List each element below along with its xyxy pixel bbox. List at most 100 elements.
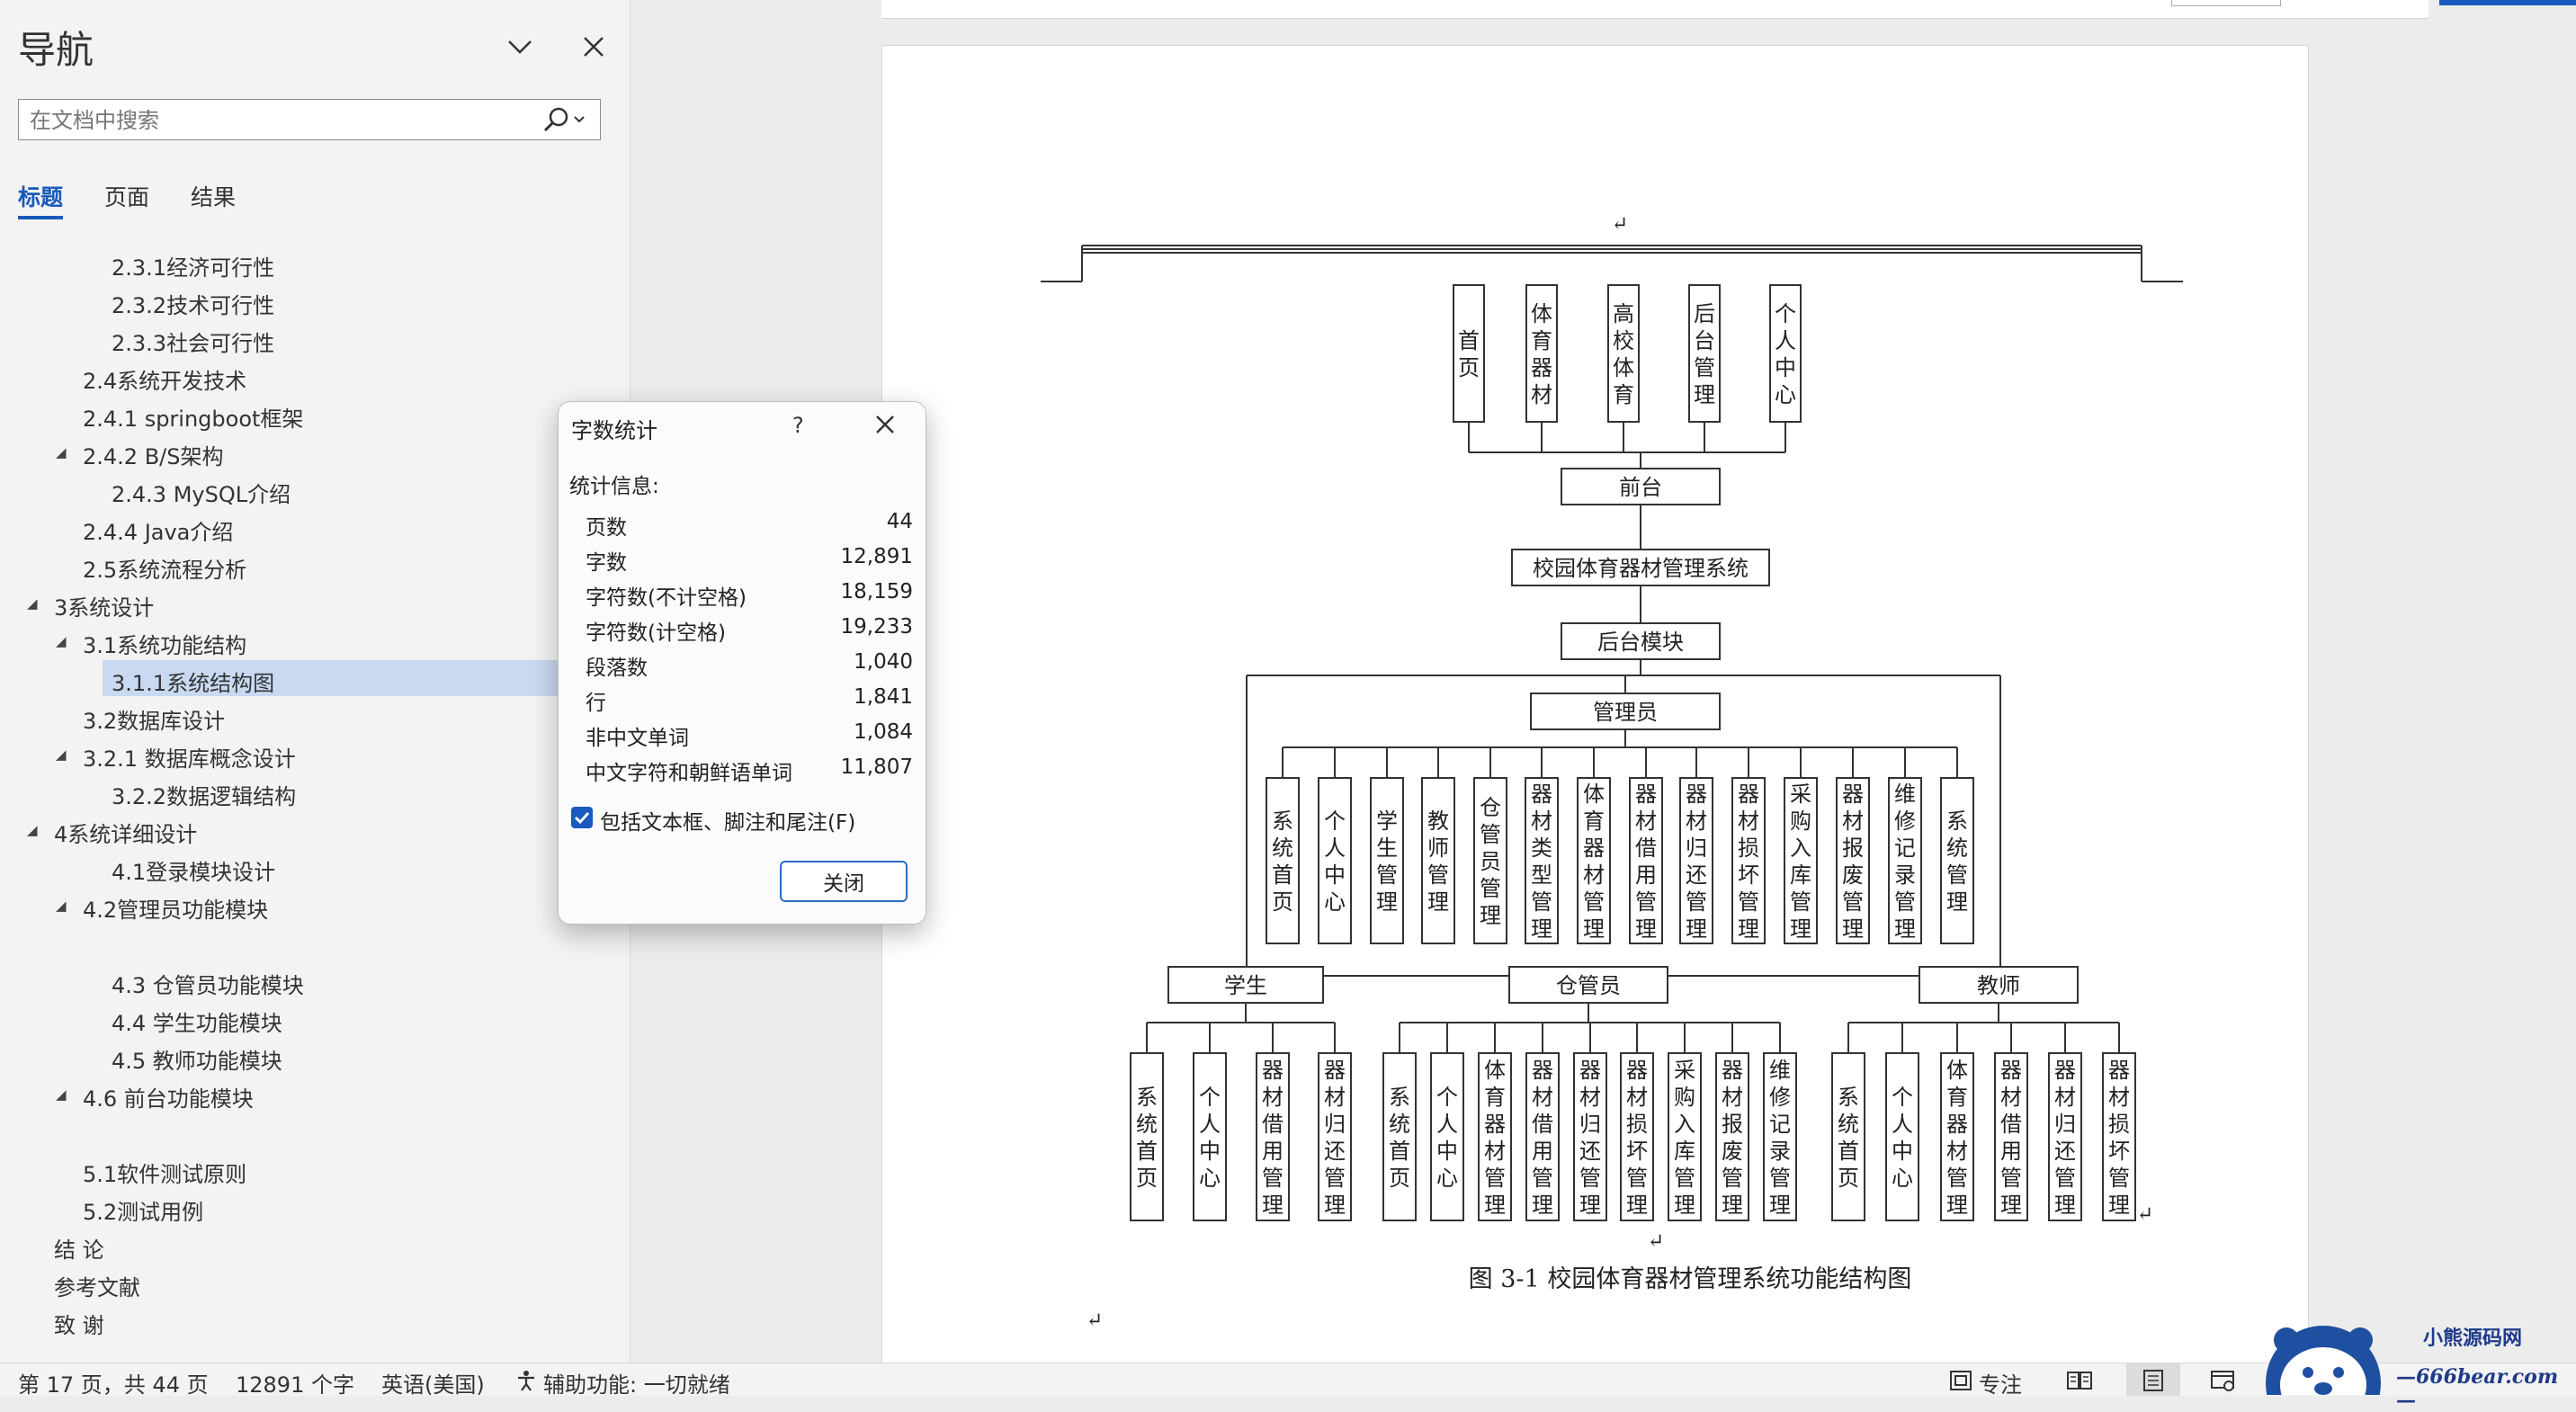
watermark-url: —666bear.com— bbox=[2396, 1365, 2559, 1412]
collapse-toggle-icon[interactable]: ◢ bbox=[27, 822, 38, 838]
close-icon bbox=[584, 37, 604, 57]
include-textboxes-checkbox[interactable] bbox=[571, 807, 593, 828]
stat-row: 字符数(计空格) 19,233 bbox=[586, 615, 913, 646]
focus-button[interactable]: 专注 bbox=[1979, 1367, 2022, 1399]
status-bar: 第 17 页，共 44 页 12891 个字 英语(美国) 辅助功能: 一切就绪… bbox=[0, 1363, 2576, 1399]
diagram-node-box bbox=[1318, 777, 1352, 944]
nav-close-button[interactable] bbox=[570, 23, 617, 70]
diagram-node-label: 管理员 bbox=[1593, 700, 1658, 725]
nav-heading-item[interactable]: 3.2.2数据逻辑结构 bbox=[112, 779, 296, 810]
close-button[interactable]: 关闭 bbox=[780, 861, 908, 902]
stat-label: 页数 bbox=[586, 516, 627, 540]
collapse-toggle-icon[interactable]: ◢ bbox=[56, 444, 67, 460]
paragraph-mark: ↵ bbox=[1087, 1309, 1103, 1332]
stat-row: 非中文单词 1,084 bbox=[586, 720, 913, 751]
nav-heading-item[interactable]: 4.2管理员功能模块 bbox=[83, 892, 268, 924]
search-input[interactable] bbox=[28, 103, 535, 138]
dialog-close-button[interactable] bbox=[873, 413, 897, 440]
diagram-node-box bbox=[1430, 1052, 1464, 1221]
accessibility-status[interactable]: 辅助功能: 一切就绪 bbox=[543, 1367, 730, 1399]
nav-heading-item[interactable]: 5.1软件测试原则 bbox=[83, 1157, 246, 1188]
checkmark-icon bbox=[574, 811, 590, 825]
paragraph-mark: ↵ bbox=[1648, 1230, 1664, 1253]
nav-heading-item[interactable]: 2.4.1 springboot框架 bbox=[83, 401, 303, 433]
collapse-toggle-icon[interactable]: ◢ bbox=[56, 633, 67, 649]
nav-heading-item[interactable]: 4.1登录模块设计 bbox=[112, 854, 275, 886]
diagram-node-label: 仓管员管理 bbox=[1480, 795, 1501, 928]
stat-value: 1,841 bbox=[854, 685, 913, 709]
language[interactable]: 英语(美国) bbox=[381, 1367, 485, 1399]
tab-headings[interactable]: 标题 bbox=[18, 180, 63, 212]
nav-heading-item[interactable]: 4.4 学生功能模块 bbox=[112, 1005, 282, 1037]
nav-heading-item[interactable]: 3.2.1 数据库概念设计 bbox=[83, 741, 296, 773]
stat-value: 12,891 bbox=[840, 545, 913, 568]
include-textboxes-label[interactable]: 包括文本框、脚注和尾注(F) bbox=[600, 805, 855, 836]
stat-row: 页数 44 bbox=[586, 510, 913, 541]
nav-heading-item[interactable]: 2.4.2 B/S架构 bbox=[83, 439, 223, 470]
stat-value: 1,040 bbox=[854, 650, 913, 674]
nav-heading-item[interactable]: 4.3 仓管员功能模块 bbox=[112, 968, 304, 999]
share-button-edge[interactable] bbox=[2439, 0, 2576, 5]
tab-pages[interactable]: 页面 bbox=[104, 180, 149, 212]
diagram-node-box bbox=[1382, 1052, 1417, 1221]
nav-heading-item[interactable]: 4.5 教师功能模块 bbox=[112, 1043, 282, 1075]
diagram-node-label: 后台模块 bbox=[1597, 630, 1684, 655]
page-count[interactable]: 第 17 页，共 44 页 bbox=[18, 1367, 209, 1399]
help-button[interactable]: ? bbox=[792, 413, 804, 438]
stat-value: 18,159 bbox=[840, 580, 913, 603]
nav-heading-item[interactable]: 4系统详细设计 bbox=[54, 817, 197, 848]
word-count-dialog: 字数统计 ? 统计信息: 页数 44 字数 12,891 字符数(不计空格) 18,159… bbox=[558, 401, 926, 925]
nav-heading-item[interactable]: 结 论 bbox=[54, 1232, 104, 1264]
nav-heading-item[interactable]: 2.3.3社会可行性 bbox=[112, 326, 274, 357]
search-box[interactable] bbox=[18, 99, 601, 140]
paragraph-mark: ↵ bbox=[1612, 213, 1628, 236]
watermark-title: 小熊源码网 bbox=[2423, 1327, 2523, 1350]
nav-heading-item[interactable]: 2.4.4 Java介绍 bbox=[83, 514, 233, 546]
tab-results[interactable]: 结果 bbox=[191, 180, 236, 212]
stat-label: 中文字符和朝鲜语单词 bbox=[586, 762, 792, 785]
stat-row: 行 1,841 bbox=[586, 685, 913, 716]
nav-heading-item[interactable]: 2.5系统流程分析 bbox=[83, 552, 246, 584]
read-mode-icon bbox=[2067, 1372, 2092, 1390]
nav-heading-item[interactable]: 4.6 前台功能模块 bbox=[83, 1081, 254, 1113]
nav-heading-item[interactable]: 2.4系统开发技术 bbox=[83, 363, 246, 395]
nav-heading-item[interactable]: 致 谢 bbox=[54, 1308, 104, 1339]
diagram-node-box bbox=[1831, 1052, 1865, 1221]
close-icon bbox=[876, 416, 894, 433]
nav-heading-item[interactable]: 5.2测试用例 bbox=[83, 1194, 203, 1226]
stat-label: 字数 bbox=[586, 551, 627, 575]
stat-value: 1,084 bbox=[854, 720, 913, 744]
nav-heading-item[interactable]: 参考文献 bbox=[54, 1270, 140, 1301]
diagram-node-label: 仓管员 bbox=[1556, 973, 1621, 998]
diagram-node-box bbox=[1453, 284, 1485, 423]
word-count[interactable]: 12891 个字 bbox=[236, 1367, 354, 1399]
stat-value: 44 bbox=[886, 510, 913, 533]
collapse-toggle-icon[interactable]: ◢ bbox=[56, 746, 67, 763]
toolbar-button-edge[interactable] bbox=[2171, 0, 2281, 6]
collapse-toggle-icon[interactable]: ◢ bbox=[56, 898, 67, 914]
nav-heading-item[interactable]: 3.1系统功能结构 bbox=[83, 628, 246, 659]
stat-row: 字符数(不计空格) 18,159 bbox=[586, 580, 913, 611]
collapse-toggle-icon[interactable]: ◢ bbox=[27, 595, 38, 612]
nav-heading-item[interactable]: 2.4.3 MySQL介绍 bbox=[112, 477, 291, 508]
print-layout-icon bbox=[2143, 1370, 2163, 1391]
stat-label: 行 bbox=[586, 692, 606, 715]
document-page[interactable]: ↵ 首页 体育器材 高校体育 后台管理 个人中心 前台 校园体育器材管理系统 后台模块 管理员 系统… bbox=[881, 45, 2309, 1369]
print-layout-button[interactable] bbox=[2126, 1363, 2180, 1396]
diagram-node-label: 前台 bbox=[1619, 475, 1662, 500]
active-tab-indicator bbox=[18, 216, 63, 219]
stat-value: 19,233 bbox=[840, 615, 913, 639]
chevron-down-icon bbox=[508, 40, 532, 54]
nav-options-button[interactable] bbox=[496, 23, 543, 70]
diagram-node-label: 学生 bbox=[1224, 973, 1267, 998]
diagram-node-box bbox=[1266, 777, 1300, 944]
nav-heading-item[interactable]: 3.1.1系统结构图 bbox=[112, 666, 274, 697]
search-icon bbox=[543, 107, 585, 132]
nav-heading-item[interactable]: 3.2数据库设计 bbox=[83, 703, 225, 735]
nav-heading-item[interactable]: 2.3.1经济可行性 bbox=[112, 250, 274, 282]
diagram-node-box bbox=[1421, 777, 1455, 944]
nav-heading-item[interactable]: 2.3.2技术可行性 bbox=[112, 288, 274, 319]
nav-heading-item[interactable]: 3系统设计 bbox=[54, 590, 154, 621]
collapse-toggle-icon[interactable]: ◢ bbox=[56, 1086, 67, 1103]
stat-label: 非中文单词 bbox=[586, 727, 689, 750]
